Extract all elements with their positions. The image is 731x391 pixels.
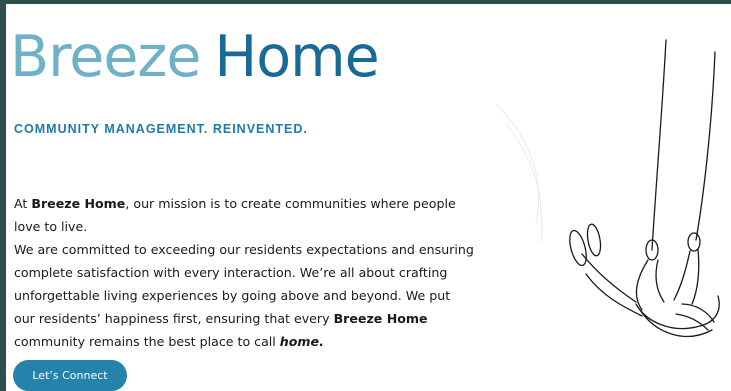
page: Breeze Home COMMUNITY MANAGEMENT. REINVEN… — [6, 4, 731, 391]
swing-illustration-icon — [495, 39, 720, 338]
lets-connect-button[interactable]: Let’s Connect — [13, 360, 127, 391]
mission-p2-brand: Breeze Home — [333, 311, 428, 326]
brand-logo[interactable]: Breeze Home — [10, 22, 380, 92]
brand-logo-word-2: Home — [214, 24, 379, 90]
mission-text: At Breeze Home, our mission is to create… — [14, 192, 474, 353]
brand-logo-word-1: Breeze — [10, 24, 201, 90]
mission-p2-mid: community remains the best place to call — [14, 334, 280, 349]
tagline: COMMUNITY MANAGEMENT. REINVENTED. — [14, 122, 308, 136]
mission-p1-pre: At — [14, 196, 32, 211]
mission-p1-brand: Breeze Home — [31, 196, 126, 211]
mission-p2-home: home. — [279, 334, 324, 349]
